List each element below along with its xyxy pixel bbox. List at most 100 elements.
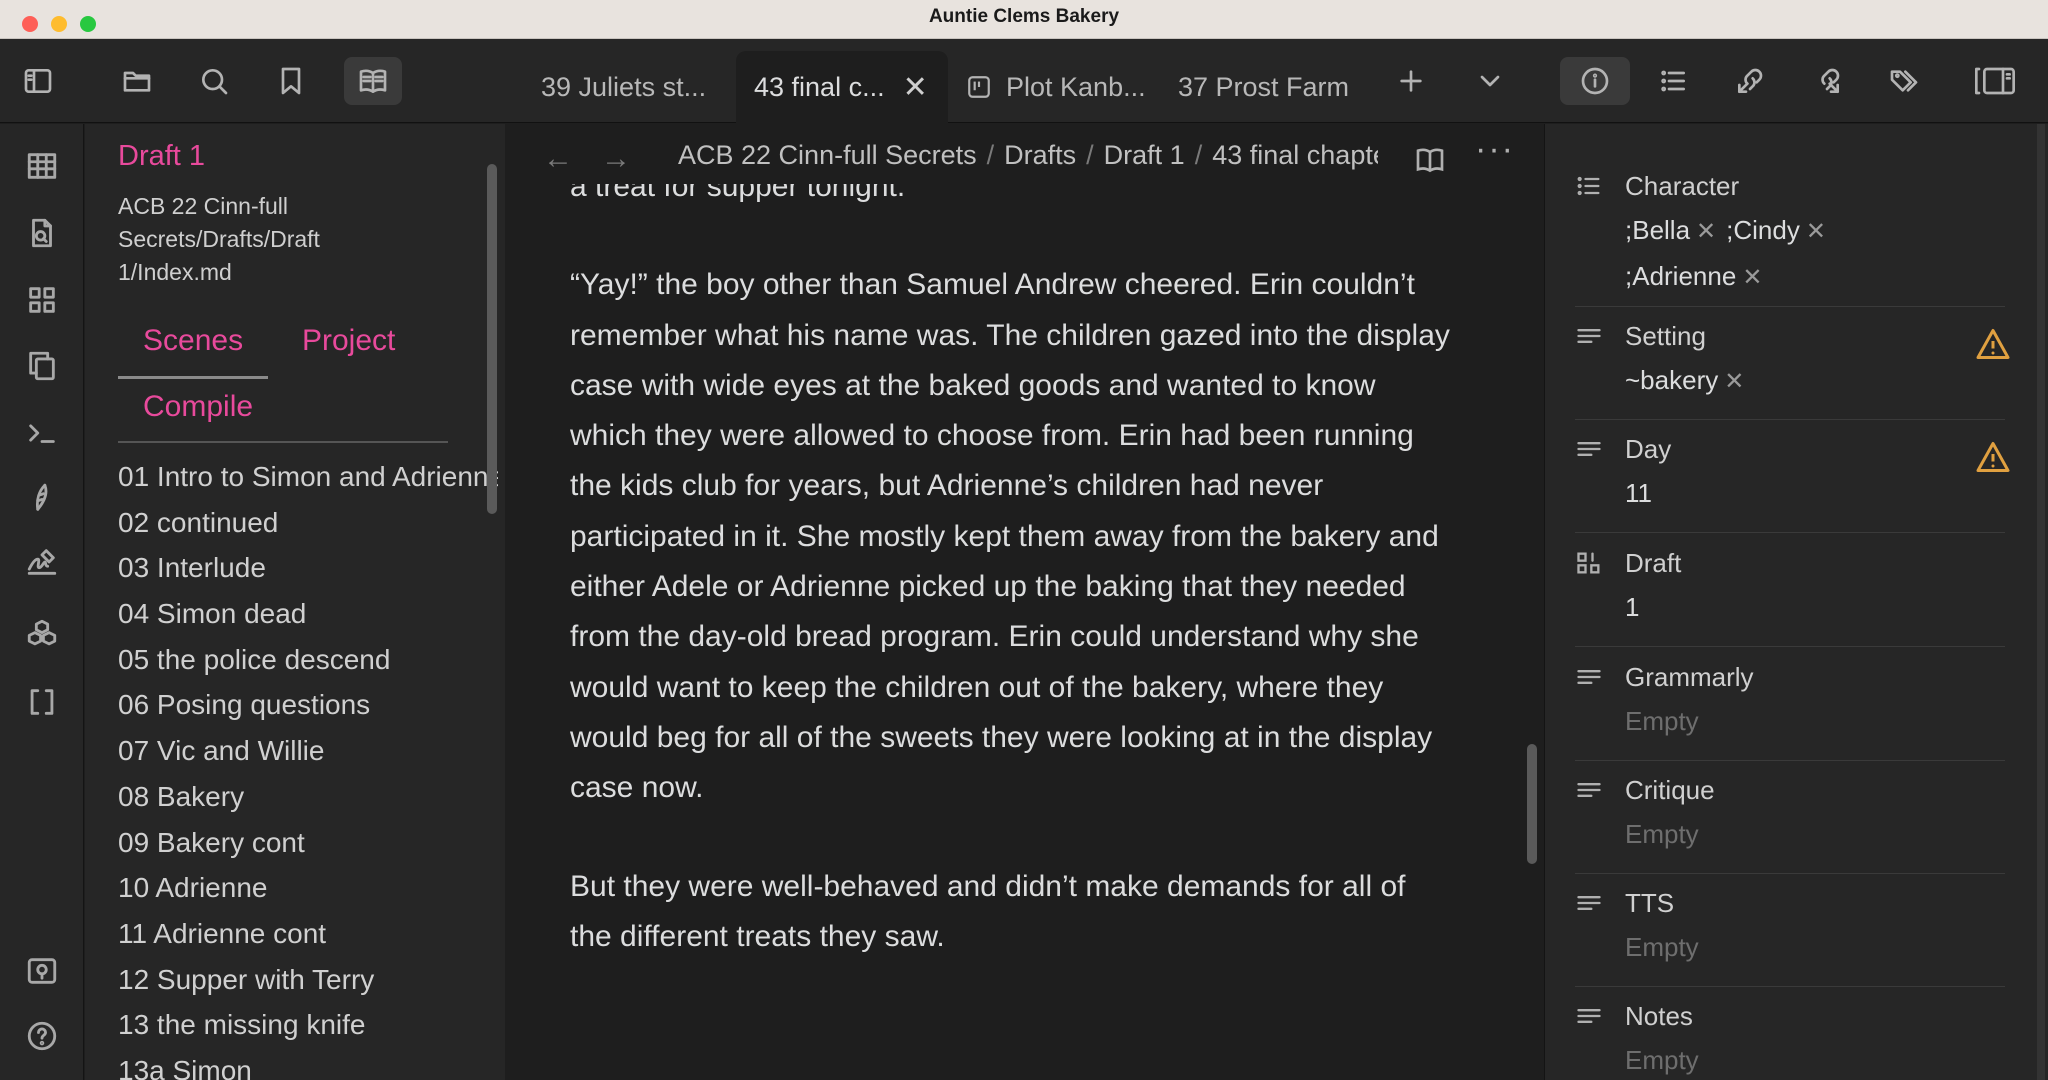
tags-icon[interactable]	[1880, 57, 1928, 105]
property-value[interactable]: ;Bella ✕ ;Cindy ✕ ;Adrienne ✕	[1575, 208, 2005, 300]
chip-label: ;Adrienne	[1625, 261, 1737, 291]
terminal-icon[interactable]	[18, 409, 66, 457]
property-name[interactable]: TTS	[1625, 888, 1674, 919]
property-value[interactable]: 11	[1575, 471, 2005, 515]
property-day: Day 11	[1575, 427, 2010, 533]
scene-item[interactable]: 09 Bakery cont	[118, 820, 498, 866]
tab-compile[interactable]: Compile	[143, 390, 253, 424]
breadcrumb-item[interactable]: Draft 1	[1104, 140, 1185, 170]
tab-plot-kanban[interactable]: Plot Kanb...	[966, 51, 1146, 123]
property-draft: Draft 1	[1575, 541, 2005, 647]
text-icon	[1575, 435, 1603, 463]
property-name[interactable]: Character	[1625, 171, 1739, 202]
bookmark-icon[interactable]	[267, 57, 315, 105]
tag-chip[interactable]: ;Adrienne ✕	[1625, 254, 1762, 300]
scene-item[interactable]: 11 Adrienne cont	[118, 911, 498, 957]
feather-icon[interactable]	[18, 474, 66, 522]
note-content[interactable]: a treat for supper tonight. “Yay!” the b…	[570, 184, 1450, 1080]
scene-item[interactable]: 13a Simon	[118, 1048, 498, 1080]
property-value[interactable]: Empty	[1575, 925, 2005, 969]
scene-item[interactable]: 04 Simon dead	[118, 591, 498, 637]
property-value[interactable]: Empty	[1575, 812, 2005, 856]
new-tab-icon[interactable]	[1387, 57, 1435, 105]
right-sidebar-icon[interactable]	[1960, 57, 2030, 105]
tag-chip[interactable]: ~bakery ✕	[1625, 358, 1744, 404]
vault-icon[interactable]	[18, 947, 66, 995]
tab-37-prost-farm[interactable]: 37 Prost Farm	[1178, 51, 1349, 123]
property-grammarly: Grammarly Empty	[1575, 655, 2005, 761]
chevron-down-icon[interactable]	[1466, 57, 1514, 105]
tab-43-final[interactable]: 43 final c... ✕	[736, 51, 948, 123]
copy-icon[interactable]	[18, 342, 66, 390]
search-icon[interactable]	[190, 57, 238, 105]
property-name[interactable]: Setting	[1625, 321, 1706, 352]
remove-icon[interactable]: ✕	[1742, 264, 1762, 291]
scene-item[interactable]: 10 Adrienne	[118, 865, 498, 911]
list-icon[interactable]	[1649, 57, 1697, 105]
tab-project[interactable]: Project	[302, 324, 395, 358]
help-icon[interactable]	[18, 1012, 66, 1060]
scene-item[interactable]: 01 Intro to Simon and Adrienne	[118, 454, 498, 500]
warning-icon[interactable]	[1975, 326, 2011, 362]
property-value[interactable]: ~bakery ✕	[1575, 358, 2005, 404]
info-icon[interactable]	[1560, 57, 1630, 105]
file-search-icon[interactable]	[18, 209, 66, 257]
table-icon[interactable]	[18, 142, 66, 190]
breadcrumb-item[interactable]: ACB 22 Cinn-full Secrets	[678, 140, 977, 170]
tab-39-juliets[interactable]: 39 Juliets st...	[541, 51, 706, 123]
text-icon	[1575, 322, 1603, 350]
backlink-icon[interactable]	[1726, 57, 1774, 105]
property-name[interactable]: Critique	[1625, 775, 1715, 806]
cubes-icon[interactable]	[18, 610, 66, 658]
scene-item[interactable]: 02 continued	[118, 500, 498, 546]
property-name[interactable]: Day	[1625, 434, 1671, 465]
paragraph: a treat for supper tonight.	[570, 184, 906, 203]
property-value[interactable]: Empty	[1575, 1038, 2005, 1080]
scene-item[interactable]: 08 Bakery	[118, 774, 498, 820]
remove-icon[interactable]: ✕	[1806, 218, 1826, 245]
warning-icon[interactable]	[1975, 439, 2011, 475]
property-name[interactable]: Notes	[1625, 1001, 1693, 1032]
scene-item[interactable]: 06 Posing questions	[118, 682, 498, 728]
sidebar-toggle-icon[interactable]	[14, 57, 62, 105]
breadcrumb-item[interactable]: 43 final chapter	[1212, 140, 1378, 170]
scene-item[interactable]: 03 Interlude	[118, 545, 498, 591]
grid-icon[interactable]	[18, 276, 66, 324]
property-name[interactable]: Draft	[1625, 548, 1681, 579]
divider	[118, 441, 448, 443]
scene-item[interactable]: 12 Supper with Terry	[118, 957, 498, 1003]
reading-view-icon[interactable]	[1410, 140, 1450, 180]
property-setting: Setting ~bakery ✕	[1575, 314, 2010, 420]
forward-arrow-icon[interactable]: →	[601, 142, 631, 176]
chip-label: ;Cindy	[1726, 215, 1800, 245]
draft-title[interactable]: Draft 1	[118, 140, 205, 173]
tab-label: 37 Prost Farm	[1178, 71, 1350, 102]
outgoing-link-icon[interactable]	[1803, 57, 1851, 105]
scene-item[interactable]: 13 the missing knife	[118, 1002, 498, 1048]
tag-chip[interactable]: ;Bella ✕	[1625, 208, 1716, 254]
scrollbar[interactable]	[2037, 124, 2045, 1080]
scene-item[interactable]: 07 Vic and Willie	[118, 728, 498, 774]
property-value[interactable]: Empty	[1575, 699, 2005, 743]
properties-panel: Character ;Bella ✕ ;Cindy ✕ ;Adrienne ✕ Sett…	[1544, 124, 2048, 1080]
signature-icon[interactable]	[18, 538, 66, 586]
remove-icon[interactable]: ✕	[1724, 368, 1744, 395]
back-arrow-icon[interactable]: ←	[543, 142, 573, 176]
property-name[interactable]: Grammarly	[1625, 662, 1754, 693]
title-bar: Auntie Clems Bakery	[0, 0, 2048, 39]
remove-icon[interactable]: ✕	[1696, 218, 1716, 245]
scrollbar[interactable]	[487, 164, 497, 514]
book-icon[interactable]	[344, 57, 402, 105]
property-value[interactable]: 1	[1575, 585, 2005, 629]
chip-label: ;Bella	[1625, 215, 1691, 245]
scene-item[interactable]: 05 the police descend	[118, 637, 498, 683]
brackets-icon[interactable]	[18, 678, 66, 726]
breadcrumb-item[interactable]: Drafts	[1004, 140, 1076, 170]
scrollbar[interactable]	[1527, 744, 1537, 864]
close-icon[interactable]: ✕	[903, 70, 928, 105]
tag-chip[interactable]: ;Cindy ✕	[1726, 208, 1826, 254]
property-notes: Notes Empty	[1575, 994, 2005, 1080]
more-options-icon[interactable]: ···	[1475, 130, 1515, 169]
folder-icon[interactable]	[113, 57, 161, 105]
tab-scenes[interactable]: Scenes	[143, 324, 243, 358]
